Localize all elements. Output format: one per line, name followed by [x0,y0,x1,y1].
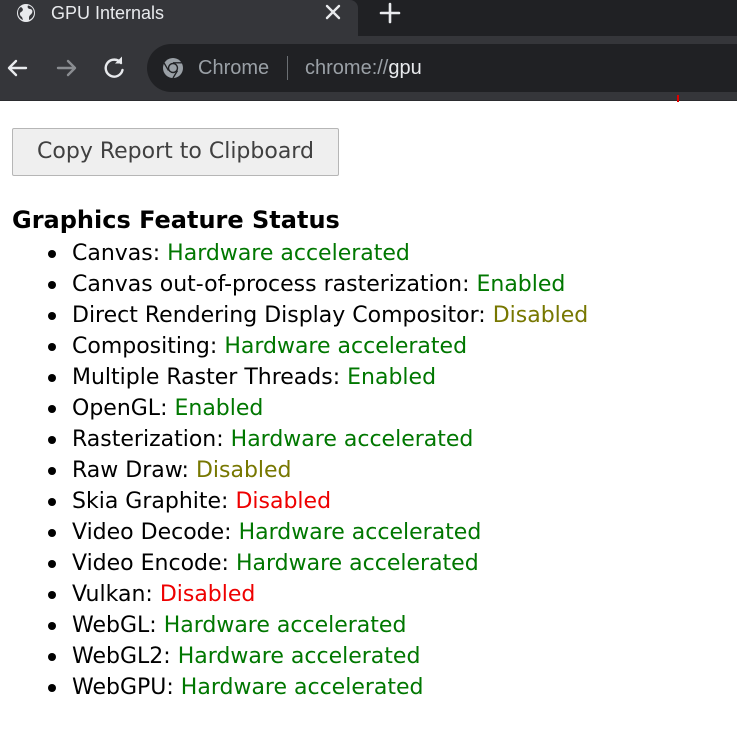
bullet-dot-icon [48,312,56,320]
feature-status: Hardware accelerated [238,520,482,545]
list-item: Video Decode: Hardware accelerated [48,517,728,548]
chrome-logo-icon [163,58,183,79]
feature-name: Video Encode: [72,551,229,576]
feature-status: Disabled [235,489,332,514]
feature-status: Hardware accelerated [224,334,468,359]
feature-name: Raw Draw: [72,458,189,483]
close-icon[interactable] [323,2,343,22]
feature-name: WebGPU: [72,675,174,700]
list-item: Skia Graphite: Disabled [48,486,728,517]
feature-name: Direct Rendering Display Compositor: [72,303,486,328]
bullet-dot-icon [48,374,56,382]
feature-name: Rasterization: [72,427,224,452]
omnibox-divider [287,56,288,80]
feature-status: Enabled [174,396,264,421]
bullet-dot-icon [48,560,56,568]
bullet-dot-icon [48,653,56,661]
bullet-dot-icon [48,622,56,630]
feature-name: Canvas out-of-process rasterization: [72,272,470,297]
list-item: Raw Draw: Disabled [48,455,728,486]
feature-status: Disabled [195,458,292,483]
feature-name: WebGL: [72,613,157,638]
tab-gpu-internals[interactable]: GPU Internals [0,0,358,36]
feature-status: Hardware accelerated [230,427,474,452]
feature-name: Skia Graphite: [72,489,229,514]
bullet-dot-icon [48,250,56,258]
reload-icon[interactable] [100,54,128,82]
feature-status: Enabled [476,272,566,297]
feature-name: Video Decode: [72,520,232,545]
list-item: OpenGL: Enabled [48,393,728,424]
red-tick-mark [677,95,679,102]
bullet-dot-icon [48,529,56,537]
feature-name: OpenGL: [72,396,168,421]
list-item: Multiple Raster Threads: Enabled [48,362,728,393]
tab-strip: GPU Internals [0,0,737,36]
new-tab-plus-icon[interactable] [378,1,402,25]
bullet-dot-icon [48,405,56,413]
list-item: WebGPU: Hardware accelerated [48,672,728,703]
url-text[interactable]: chrome://gpu [305,57,422,79]
feature-name: Canvas: [72,241,161,266]
back-arrow-icon[interactable] [4,54,32,82]
feature-status: Hardware accelerated [180,675,424,700]
copy-report-button[interactable]: Copy Report to Clipboard [12,128,339,176]
bullet-dot-icon [48,684,56,692]
forward-arrow-icon[interactable] [52,54,80,82]
browser-toolbar: Chrome chrome://gpu [0,36,737,100]
globe-icon [17,4,35,22]
address-bar[interactable]: Chrome chrome://gpu [147,44,737,92]
list-item: Rasterization: Hardware accelerated [48,424,728,455]
feature-status: Enabled [347,365,437,390]
bullet-dot-icon [48,281,56,289]
feature-status: Disabled [159,582,256,607]
bullet-dot-icon [48,498,56,506]
feature-name: Compositing: [72,334,218,359]
list-item: Compositing: Hardware accelerated [48,331,728,362]
bullet-dot-icon [48,467,56,475]
list-item: Video Encode: Hardware accelerated [48,548,728,579]
feature-name: WebGL2: [72,644,171,669]
list-item: Vulkan: Disabled [48,579,728,610]
toolbar-divider [0,100,737,101]
bullet-dot-icon [48,343,56,351]
tab-title: GPU Internals [51,3,165,23]
url-scheme: chrome:// [305,57,389,79]
feature-name: Vulkan: [72,582,153,607]
feature-status-list: Canvas: Hardware accelerated Canvas out-o… [48,238,728,703]
list-item: WebGL: Hardware accelerated [48,610,728,641]
list-item: Direct Rendering Display Compositor: Dis… [48,300,728,331]
list-item: WebGL2: Hardware accelerated [48,641,728,672]
feature-status: Disabled [492,303,589,328]
feature-name: Multiple Raster Threads: [72,365,341,390]
list-item: Canvas out-of-process rasterization: Ena… [48,269,728,300]
feature-status: Hardware accelerated [177,644,421,669]
feature-status: Hardware accelerated [235,551,479,576]
section-title: Graphics Feature Status [12,206,340,234]
list-item: Canvas: Hardware accelerated [48,238,728,269]
site-origin-label: Chrome [198,57,270,79]
feature-status: Hardware accelerated [167,241,410,266]
url-host: gpu [388,57,422,79]
feature-status: Hardware accelerated [163,613,407,638]
bullet-dot-icon [48,436,56,444]
bullet-dot-icon [48,591,56,599]
